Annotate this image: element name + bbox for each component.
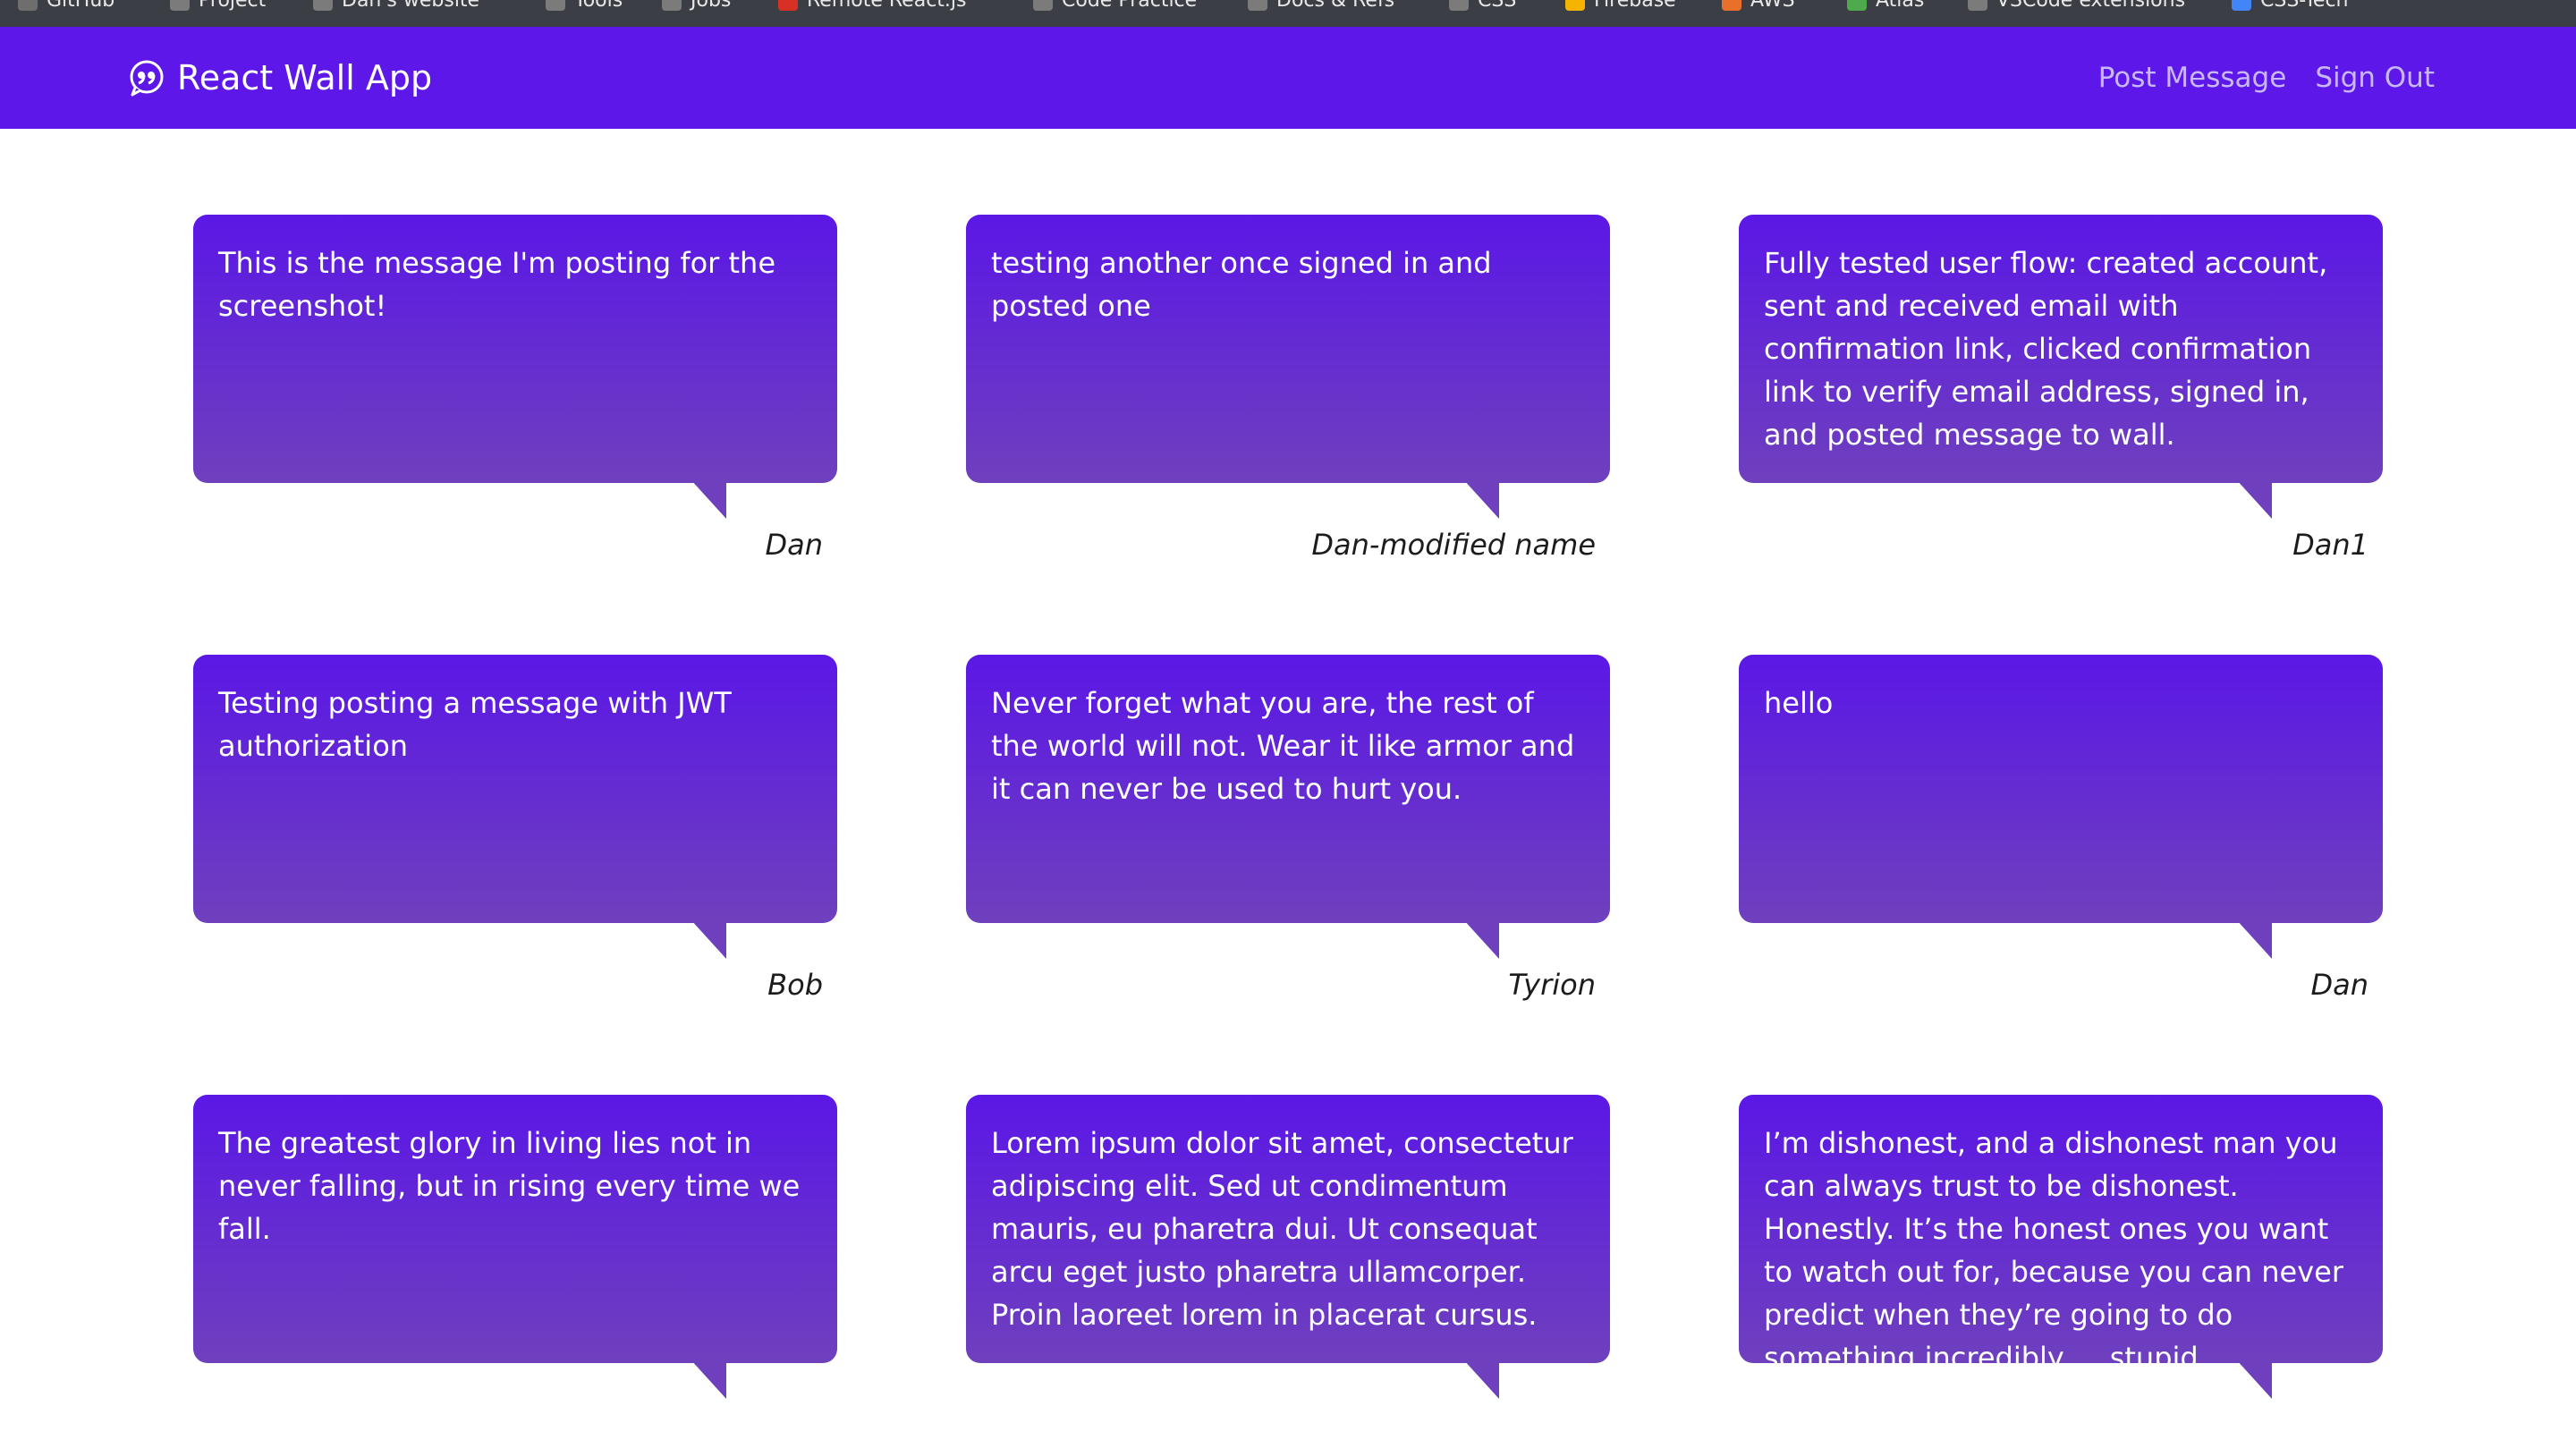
bookmark-atlas[interactable]: Atlas: [1847, 0, 1924, 12]
bookmark-label: Atlas: [1876, 0, 1925, 12]
message-card: Lorem ipsum dolor sit amet, consectetur …: [966, 1095, 1610, 1440]
message-card: The greatest glory in living lies not in…: [193, 1095, 837, 1440]
bookmark-label: Project: [199, 0, 267, 12]
aws-icon: [1722, 0, 1741, 11]
message-bubble: I’m dishonest, and a dishonest man you c…: [1739, 1095, 2383, 1363]
message-card: This is the message I'm posting for the …: [193, 215, 837, 562]
message-bubble: Lorem ipsum dolor sit amet, consectetur …: [966, 1095, 1610, 1363]
bookmark-docs-refs[interactable]: Docs & Refs: [1248, 0, 1394, 12]
bubble-tail: [2236, 479, 2272, 519]
message-author: Dan1: [2292, 528, 2368, 562]
bookmark-label: CSS: [1478, 0, 1517, 12]
folder-icon: [1449, 0, 1469, 11]
post-message-link[interactable]: Post Message: [2098, 62, 2287, 94]
brand-title: React Wall App: [177, 58, 433, 97]
message-card: Testing posting a message with JWT autho…: [193, 655, 837, 1002]
bubble-tail: [691, 479, 726, 519]
message-card: Fully tested user flow: created account,…: [1739, 215, 2383, 562]
bookmark-css[interactable]: CSS: [1449, 0, 1516, 12]
bubble-tail: [2236, 1360, 2272, 1399]
bookmark-dans-website[interactable]: Dan's website: [313, 0, 479, 12]
bookmark-github[interactable]: GitHub: [18, 0, 114, 12]
bookmark-tools[interactable]: Tools: [546, 0, 623, 12]
message-bubble: This is the message I'm posting for the …: [193, 215, 837, 483]
bookmark-jobs[interactable]: Jobs: [662, 0, 731, 12]
sign-out-link[interactable]: Sign Out: [2315, 62, 2435, 94]
quote-bubble-icon: [130, 60, 164, 97]
bookmark-label: VSCode extensions: [1996, 0, 2186, 12]
folder-icon: [662, 0, 682, 11]
nav-links: Post Message Sign Out: [2070, 27, 2435, 129]
bookmark-vscode-extensions[interactable]: VSCode extensions: [1968, 0, 2185, 12]
message-card: I’m dishonest, and a dishonest man you c…: [1739, 1095, 2383, 1440]
navbar: React Wall App Post Message Sign Out: [0, 27, 2576, 129]
bookmark-label: GitHub: [47, 0, 115, 12]
bookmark-remote-react[interactable]: Remote React.js: [778, 0, 966, 12]
bookmark-label: Code Practice: [1062, 0, 1198, 12]
bubble-tail: [2236, 919, 2272, 959]
bubble-tail: [1463, 1360, 1499, 1399]
message-bubble: hello: [1739, 655, 2383, 923]
message-card: testing another once signed in and poste…: [966, 215, 1610, 562]
message-bubble: The greatest glory in living lies not in…: [193, 1095, 837, 1363]
message-author: Dan: [2310, 968, 2368, 1002]
bookmarks-bar: GitHub Project Dan's website Tools Jobs …: [0, 0, 2576, 27]
bookmark-label: Firebase: [1594, 0, 1676, 12]
remote-icon: [778, 0, 798, 11]
message-author: Bob: [767, 968, 823, 1002]
folder-icon: [1968, 0, 1987, 11]
mongodb-icon: [1847, 0, 1867, 11]
bookmark-css-tech[interactable]: CSS-Tech: [2232, 0, 2348, 12]
message-card: Never forget what you are, the rest of t…: [966, 655, 1610, 1002]
bookmark-label: Docs & Refs: [1276, 0, 1395, 12]
firebase-icon: [1565, 0, 1585, 11]
bookmark-aws[interactable]: AWS: [1722, 0, 1795, 12]
message-bubble: Fully tested user flow: created account,…: [1739, 215, 2383, 483]
bookmark-firebase[interactable]: Firebase: [1565, 0, 1676, 12]
brand-link[interactable]: React Wall App: [127, 27, 432, 129]
bookmark-label: Jobs: [691, 0, 732, 12]
message-bubble: testing another once signed in and poste…: [966, 215, 1610, 483]
github-icon: [18, 0, 38, 11]
bookmark-project[interactable]: Project: [170, 0, 266, 12]
folder-icon: [1033, 0, 1053, 11]
folder-icon: [1248, 0, 1267, 11]
message-bubble: Testing posting a message with JWT autho…: [193, 655, 837, 923]
message-bubble: Never forget what you are, the rest of t…: [966, 655, 1610, 923]
folder-icon: [546, 0, 565, 11]
message-author: Tyrion: [1508, 968, 1596, 1002]
folder-icon: [170, 0, 190, 11]
bubble-tail: [691, 919, 726, 959]
message-card: hello Dan: [1739, 655, 2383, 1002]
bubble-tail: [1463, 919, 1499, 959]
bubble-tail: [691, 1360, 726, 1399]
message-author: Dan-modified name: [1311, 528, 1596, 562]
message-wall: This is the message I'm posting for the …: [193, 215, 2383, 1440]
bookmark-label: CSS-Tech: [2260, 0, 2349, 12]
bookmark-code-practice[interactable]: Code Practice: [1033, 0, 1197, 12]
folder-icon: [313, 0, 333, 11]
bookmark-label: Tools: [574, 0, 623, 12]
css-tech-icon: [2232, 0, 2251, 11]
message-author: Dan: [765, 528, 823, 562]
bookmark-label: AWS: [1750, 0, 1795, 12]
bookmark-label: Dan's website: [342, 0, 480, 12]
bubble-tail: [1463, 479, 1499, 519]
bookmark-label: Remote React.js: [807, 0, 967, 12]
